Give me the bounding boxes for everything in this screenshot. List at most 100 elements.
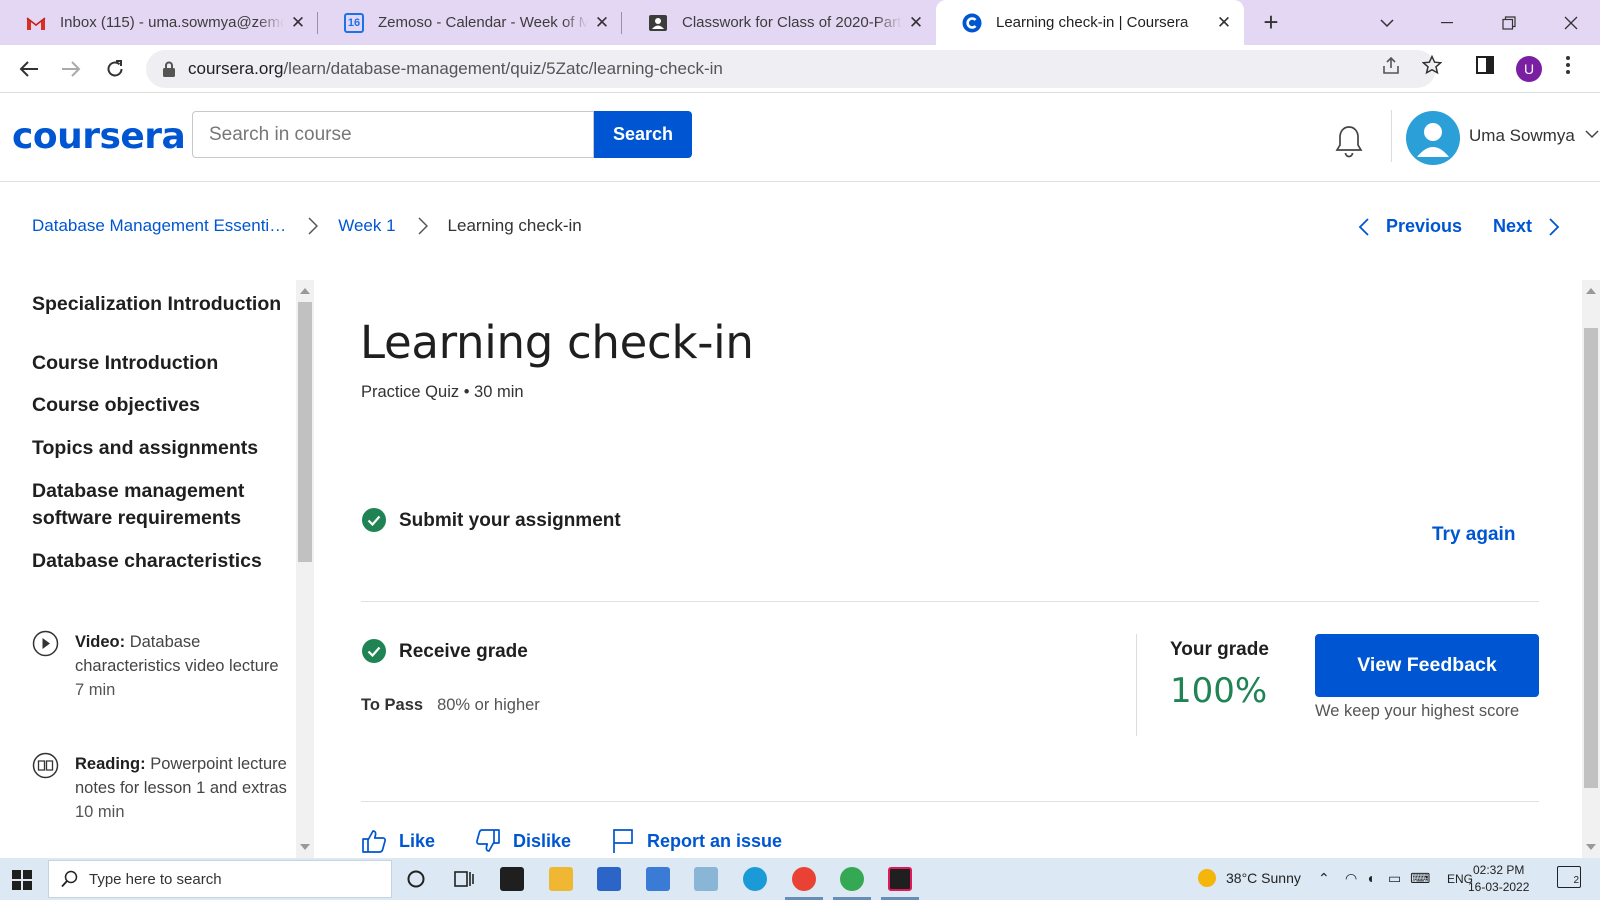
breadcrumb: Database Management Essenti… Week 1 Lear…: [32, 216, 582, 236]
close-icon[interactable]: ✕: [1210, 13, 1238, 33]
view-feedback-button[interactable]: View Feedback: [1315, 634, 1539, 697]
scroll-up-icon[interactable]: [1586, 288, 1596, 294]
address-bar[interactable]: coursera.org/learn/database-management/q…: [146, 50, 1436, 88]
new-tab-button[interactable]: +: [1255, 6, 1287, 38]
chevron-up-icon[interactable]: ⌃: [1318, 870, 1330, 887]
share-icon[interactable]: [1380, 54, 1402, 76]
breadcrumb-week[interactable]: Week 1: [338, 216, 395, 236]
page-title: Learning check-in: [360, 316, 754, 369]
scroll-thumb[interactable]: [298, 302, 312, 562]
url-text: coursera.org/learn/database-management/q…: [188, 59, 723, 78]
close-icon[interactable]: ✕: [588, 13, 616, 33]
previous-link[interactable]: Previous: [1358, 216, 1462, 237]
keyboard-icon[interactable]: ⌨: [1410, 870, 1430, 887]
tab-calendar[interactable]: 16 Zemoso - Calendar - Week of M ✕: [318, 0, 622, 45]
lesson-item[interactable]: Reading: Powerpoint lecture notes for le…: [32, 752, 292, 822]
back-arrow-icon[interactable]: [13, 53, 45, 85]
file-explorer-icon[interactable]: [549, 867, 573, 891]
search-button[interactable]: Search: [594, 111, 692, 158]
lesson-duration: 10 min: [75, 803, 125, 821]
outline-section[interactable]: Topics and assignments: [32, 435, 282, 462]
dislike-button[interactable]: Dislike: [475, 828, 571, 854]
edge-icon[interactable]: [743, 867, 767, 891]
user-avatar[interactable]: [1406, 111, 1460, 165]
store-icon[interactable]: [597, 867, 621, 891]
scroll-up-icon[interactable]: [300, 288, 310, 294]
terminal-icon[interactable]: [500, 867, 524, 891]
chevron-right-icon: [308, 217, 320, 235]
clock[interactable]: 02:32 PM 16-03-2022: [1468, 862, 1529, 896]
profile-avatar[interactable]: U: [1516, 56, 1542, 82]
sidebar-scrollbar[interactable]: [296, 280, 314, 858]
close-icon[interactable]: ✕: [902, 13, 930, 33]
lesson-duration: 7 min: [75, 681, 116, 699]
next-link[interactable]: Next: [1493, 216, 1560, 237]
report-issue-button[interactable]: Report an issue: [611, 828, 782, 854]
weather-text[interactable]: 38°C Sunny: [1226, 870, 1301, 886]
like-button[interactable]: Like: [361, 828, 435, 854]
course-search-input[interactable]: Search in course: [192, 111, 594, 158]
speaker-icon[interactable]: ◖: [1366, 870, 1374, 886]
mail-icon[interactable]: [646, 867, 670, 891]
menu-kebab-icon[interactable]: [1557, 54, 1579, 76]
page-scrollbar[interactable]: [1582, 280, 1600, 858]
calendar-icon: 16: [344, 12, 364, 33]
coursera-logo[interactable]: coursera: [12, 116, 186, 157]
chevron-down-icon[interactable]: [1585, 130, 1599, 139]
scroll-down-icon[interactable]: [1586, 844, 1596, 850]
battery-icon[interactable]: ▭: [1388, 870, 1401, 887]
outline-section[interactable]: Database management software requirement…: [32, 478, 282, 532]
thumbs-up-icon: [362, 830, 386, 853]
chevron-right-icon: [418, 217, 430, 235]
close-window-button[interactable]: [1548, 0, 1594, 45]
play-icon: [32, 630, 59, 657]
restore-button[interactable]: [1486, 0, 1532, 45]
user-name[interactable]: Uma Sowmya: [1469, 126, 1575, 146]
divider: [361, 601, 1539, 602]
outline-section[interactable]: Course objectives: [32, 392, 282, 419]
scroll-down-icon[interactable]: [300, 844, 310, 850]
outline-section[interactable]: Database characteristics: [32, 548, 282, 575]
cortana-icon[interactable]: [404, 867, 428, 891]
task-view-icon[interactable]: [452, 867, 476, 891]
chrome-icon[interactable]: [792, 867, 816, 891]
tab-title: Learning check-in | Coursera: [996, 14, 1189, 31]
notes-icon[interactable]: [694, 867, 718, 891]
chevron-left-icon: [1358, 217, 1369, 236]
browser-toolbar: coursera.org/learn/database-management/q…: [0, 45, 1600, 93]
side-panel-icon[interactable]: [1474, 54, 1496, 76]
lesson-item[interactable]: Video: Database characteristics video le…: [32, 630, 292, 700]
tab-gmail[interactable]: Inbox (115) - uma.sowmya@zemoso ✕: [0, 0, 318, 45]
flag-icon: [613, 829, 633, 853]
scroll-thumb[interactable]: [1584, 328, 1598, 788]
thumbs-down-icon: [476, 829, 500, 852]
tab-search-chevron-icon[interactable]: [1364, 0, 1410, 45]
outline-section[interactable]: Specialization Introduction: [32, 291, 282, 318]
intellij-icon[interactable]: [888, 867, 912, 891]
close-icon[interactable]: ✕: [284, 13, 312, 33]
taskbar-search-input[interactable]: Type here to search: [48, 860, 392, 898]
try-again-link[interactable]: Try again: [1432, 524, 1515, 546]
tab-title: Zemoso - Calendar - Week of M: [378, 14, 588, 31]
notification-icon[interactable]: 2: [1557, 866, 1581, 888]
minimize-button[interactable]: [1424, 0, 1470, 45]
coursera-icon: [962, 13, 982, 33]
chrome-profile-icon[interactable]: [840, 867, 864, 891]
sun-icon: [1198, 869, 1216, 887]
lock-icon: [163, 61, 175, 77]
windows-start-icon[interactable]: [12, 870, 32, 890]
windows-taskbar: Type here to search 38°C Sunny ⌃ ◠ ◖ ▭ ⌨…: [0, 858, 1600, 900]
grade-divider: [1136, 634, 1137, 736]
tab-classroom[interactable]: Classwork for Class of 2020-Part ✕: [622, 0, 936, 45]
bell-icon[interactable]: [1333, 124, 1365, 158]
tab-coursera[interactable]: Learning check-in | Coursera ✕: [936, 0, 1244, 45]
forward-arrow-icon[interactable]: [55, 53, 87, 85]
wifi-icon[interactable]: ◠: [1345, 870, 1357, 887]
check-circle-icon: [362, 508, 386, 532]
breadcrumb-course[interactable]: Database Management Essenti…: [32, 216, 286, 236]
outline-section[interactable]: Course Introduction: [32, 350, 282, 377]
bookmark-star-icon[interactable]: [1421, 54, 1443, 76]
reload-icon[interactable]: [99, 53, 131, 85]
book-icon: [32, 752, 59, 779]
header-divider: [1391, 110, 1392, 162]
